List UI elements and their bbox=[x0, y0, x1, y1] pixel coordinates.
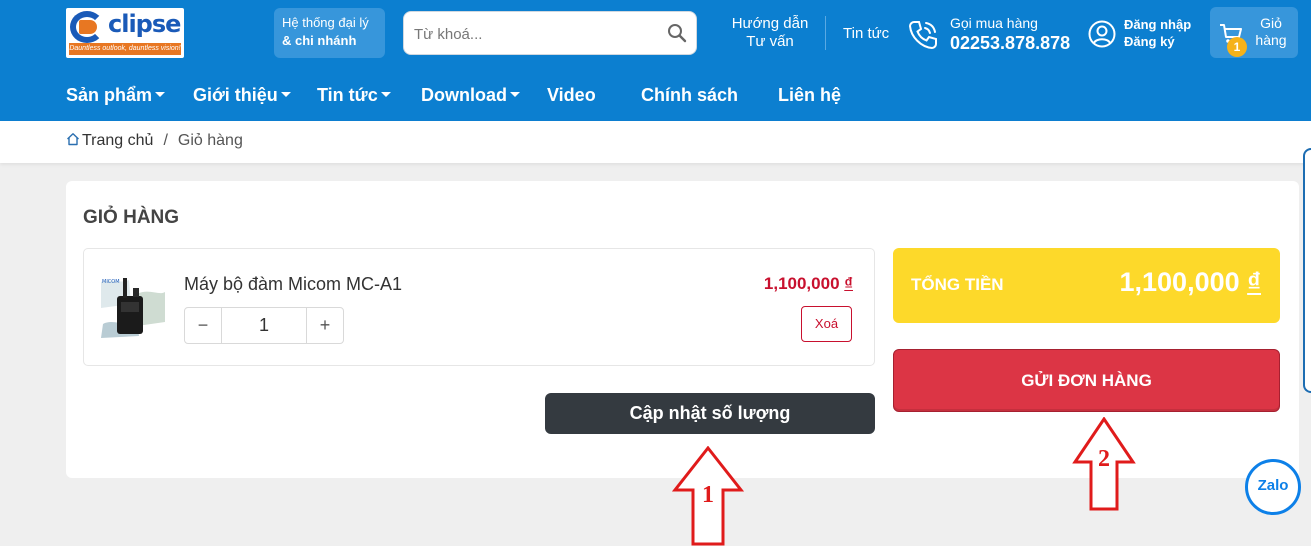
annotation-number-1: 1 bbox=[702, 482, 714, 508]
header-divider bbox=[825, 16, 826, 50]
logo-text: clipse bbox=[108, 10, 181, 38]
annotation-number-2: 2 bbox=[1098, 446, 1110, 472]
nav-label: Liên hệ bbox=[778, 85, 842, 105]
cart-label-line1: Giỏ bbox=[1260, 15, 1282, 31]
breadcrumb-current: Giỏ hàng bbox=[177, 132, 243, 149]
caret-down-icon bbox=[280, 91, 291, 97]
search-box bbox=[403, 11, 697, 55]
quantity-input[interactable]: 1 bbox=[221, 308, 307, 343]
total-amount: 1,100,000 bbox=[1119, 267, 1240, 297]
nav-item-about[interactable]: Giới thiệu bbox=[193, 82, 291, 108]
delete-item-button[interactable]: Xoá bbox=[801, 306, 852, 342]
account-links: Đăng nhập Đăng ký bbox=[1124, 16, 1191, 50]
guide-label-line2: Tư vấn bbox=[746, 33, 794, 50]
annotation-arrow-2: 2 bbox=[1072, 417, 1136, 511]
annotation-arrow-1: 1 bbox=[672, 446, 744, 546]
hotline[interactable]: Gọi mua hàng 02253.878.878 bbox=[950, 15, 1070, 54]
update-quantity-button[interactable]: Cập nhật số lượng bbox=[545, 393, 875, 434]
total-label: TỔNG TIỀN bbox=[911, 275, 1004, 294]
zalo-label: Zalo bbox=[1257, 477, 1289, 494]
nav-item-policy[interactable]: Chính sách bbox=[641, 82, 738, 108]
cart-title: GIỎ HÀNG bbox=[83, 207, 180, 228]
dealer-label-line2: & chi nhánh bbox=[282, 33, 357, 48]
quantity-stepper: − 1 + bbox=[184, 307, 344, 344]
search-icon[interactable] bbox=[667, 23, 687, 43]
dealer-label-line1: Hệ thống đại lý bbox=[282, 15, 369, 30]
nav-item-video[interactable]: Video bbox=[547, 82, 596, 108]
caret-down-icon bbox=[155, 91, 166, 97]
quantity-increase-button[interactable]: + bbox=[307, 308, 343, 343]
product-price: 1,100,000 ₫ bbox=[764, 274, 853, 294]
cart-label-line2: hàng bbox=[1255, 32, 1287, 48]
nav-item-products[interactable]: Sản phẩm bbox=[66, 82, 166, 108]
cart-button[interactable]: 1 Giỏ hàng bbox=[1210, 7, 1298, 58]
hotline-label: Gọi mua hàng bbox=[950, 15, 1038, 31]
guide-link[interactable]: Hướng dẫn Tư vấn bbox=[730, 15, 810, 51]
cart-count-badge: 1 bbox=[1227, 37, 1247, 57]
breadcrumb-bar: Trang chủ / Giỏ hàng bbox=[0, 121, 1311, 163]
user-icon[interactable] bbox=[1088, 20, 1116, 48]
total-value: 1,100,000 ₫ bbox=[1120, 267, 1262, 298]
register-link[interactable]: Đăng ký bbox=[1124, 33, 1191, 50]
nav-item-download[interactable]: Download bbox=[421, 82, 520, 108]
home-icon bbox=[67, 133, 79, 146]
news-link[interactable]: Tin tức bbox=[843, 25, 889, 42]
logo-slogan: Dauntless outlook, dauntless vision! bbox=[69, 43, 181, 55]
cart-item: MICOM Máy bộ đàm Micom MC-A1 1,100,000 ₫… bbox=[83, 248, 875, 366]
nav-label: Download bbox=[421, 85, 507, 105]
logo-e-icon bbox=[79, 20, 97, 34]
quantity-decrease-button[interactable]: − bbox=[185, 308, 221, 343]
dealer-network-button[interactable]: Hệ thống đại lý & chi nhánh bbox=[274, 8, 385, 58]
guide-label-line1: Hướng dẫn bbox=[731, 15, 809, 32]
nav-item-contact[interactable]: Liên hệ bbox=[778, 82, 841, 108]
caret-down-icon bbox=[510, 91, 520, 97]
site-header: clipse Dauntless outlook, dauntless visi… bbox=[0, 0, 1311, 121]
breadcrumb: Trang chủ / Giỏ hàng bbox=[66, 132, 243, 150]
product-thumbnail[interactable]: MICOM bbox=[101, 274, 165, 340]
site-logo[interactable]: clipse Dauntless outlook, dauntless visi… bbox=[66, 8, 184, 58]
total-currency: ₫ bbox=[1247, 267, 1261, 297]
nav-label: Chính sách bbox=[641, 85, 739, 105]
nav-label: Sản phẩm bbox=[66, 85, 153, 105]
breadcrumb-separator: / bbox=[163, 132, 168, 149]
cart-label: Giỏ hàng bbox=[1250, 15, 1292, 49]
side-contact-widget[interactable] bbox=[1303, 148, 1311, 393]
nav-item-news[interactable]: Tin tức bbox=[317, 82, 391, 108]
search-input[interactable] bbox=[414, 22, 654, 46]
submit-order-button[interactable]: GỬI ĐƠN HÀNG bbox=[893, 349, 1280, 412]
svg-text:MICOM: MICOM bbox=[102, 279, 120, 285]
hotline-number: 02253.878.878 bbox=[950, 33, 1071, 53]
nav-label: Video bbox=[547, 85, 596, 105]
total-box: TỔNG TIỀN 1,100,000 ₫ bbox=[893, 248, 1280, 323]
product-price-currency: ₫ bbox=[844, 274, 853, 293]
product-name[interactable]: Máy bộ đàm Micom MC-A1 bbox=[184, 274, 402, 295]
login-link[interactable]: Đăng nhập bbox=[1124, 16, 1191, 33]
caret-down-icon bbox=[380, 91, 391, 97]
phone-icon bbox=[908, 21, 937, 50]
main-nav: Sản phẩm Giới thiệu Tin tức Download Vid… bbox=[0, 82, 900, 108]
nav-label: Tin tức bbox=[317, 85, 378, 105]
nav-label: Giới thiệu bbox=[193, 85, 278, 105]
product-price-value: 1,100,000 bbox=[763, 274, 840, 293]
breadcrumb-home[interactable]: Trang chủ bbox=[82, 132, 153, 149]
zalo-chat-button[interactable]: Zalo bbox=[1245, 459, 1301, 515]
